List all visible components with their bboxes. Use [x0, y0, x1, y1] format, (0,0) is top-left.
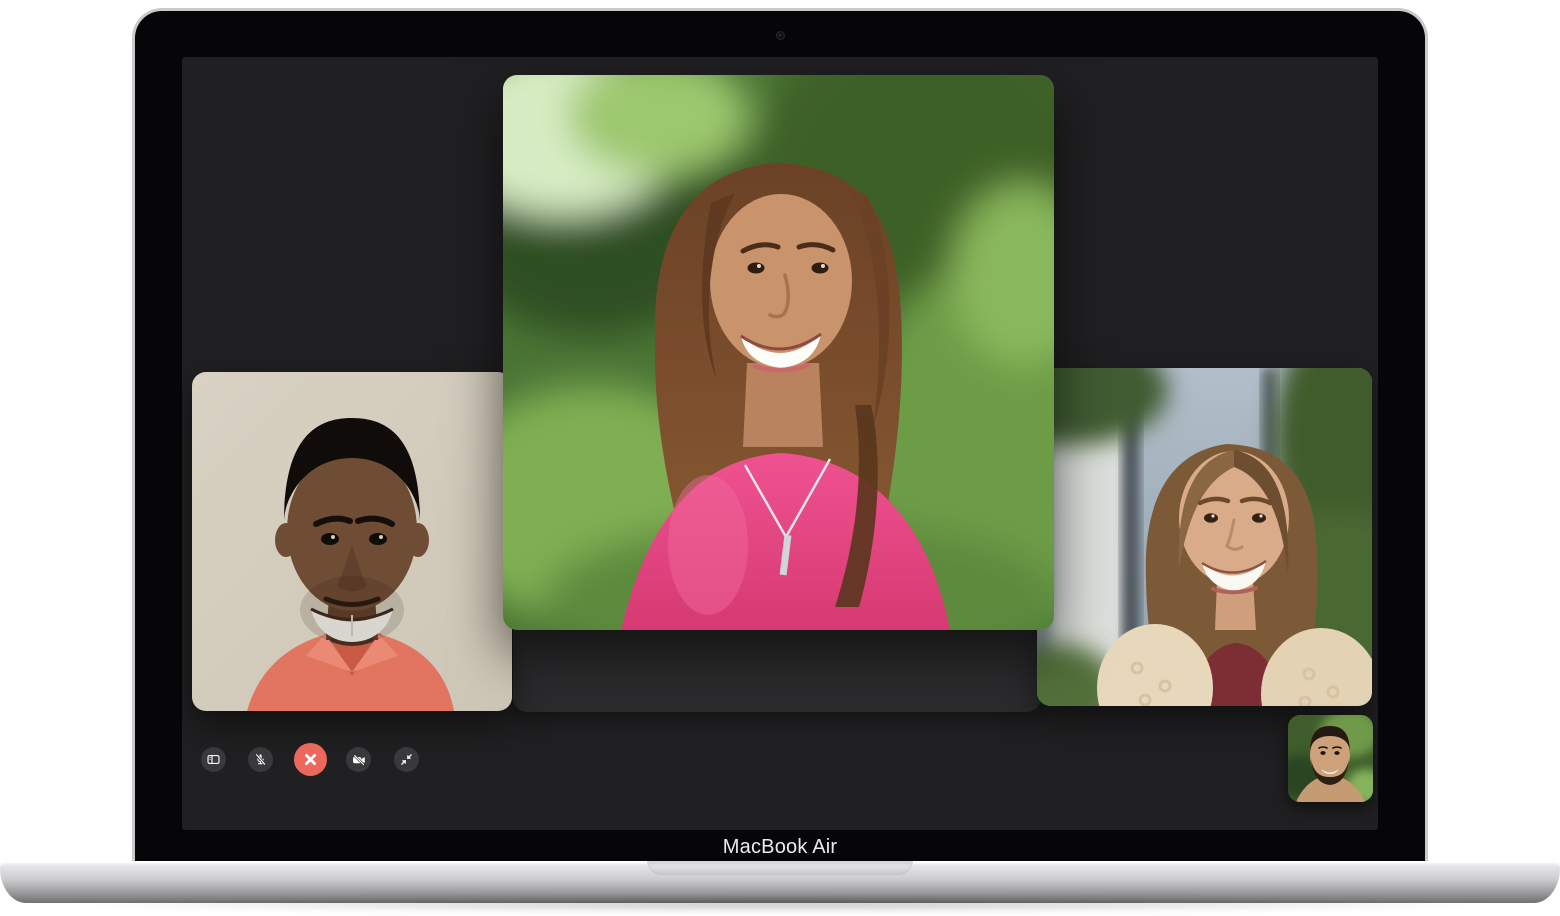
macbook-air-label: MacBook Air	[135, 836, 1425, 859]
participant-tile-right[interactable]	[1037, 368, 1372, 706]
camera-off-button[interactable]	[346, 747, 371, 772]
participant-center-video	[503, 75, 1054, 630]
sidebar-button[interactable]	[201, 747, 226, 772]
self-view-video	[1288, 715, 1373, 802]
lid-opening-notch	[647, 861, 913, 875]
laptop-shadow	[70, 895, 1490, 913]
participant-right-video	[1037, 368, 1372, 706]
minimize-button[interactable]	[394, 747, 419, 772]
participant-tile-center[interactable]	[503, 75, 1054, 630]
shrink-icon	[399, 752, 414, 767]
sidebar-icon	[206, 752, 221, 767]
facetime-screen	[182, 57, 1378, 830]
macbook-air-mockup: MacBook Air	[0, 0, 1560, 916]
end-call-button[interactable]	[294, 743, 327, 776]
laptop-lid: MacBook Air	[132, 8, 1428, 862]
webcam	[776, 31, 785, 40]
close-icon	[302, 751, 319, 768]
participant-tile-left[interactable]	[192, 372, 512, 711]
mic-muted-icon	[253, 752, 268, 767]
participant-left-video	[192, 372, 512, 711]
mute-button[interactable]	[248, 747, 273, 772]
camera-off-icon	[351, 752, 367, 768]
self-view-tile[interactable]	[1288, 715, 1373, 802]
